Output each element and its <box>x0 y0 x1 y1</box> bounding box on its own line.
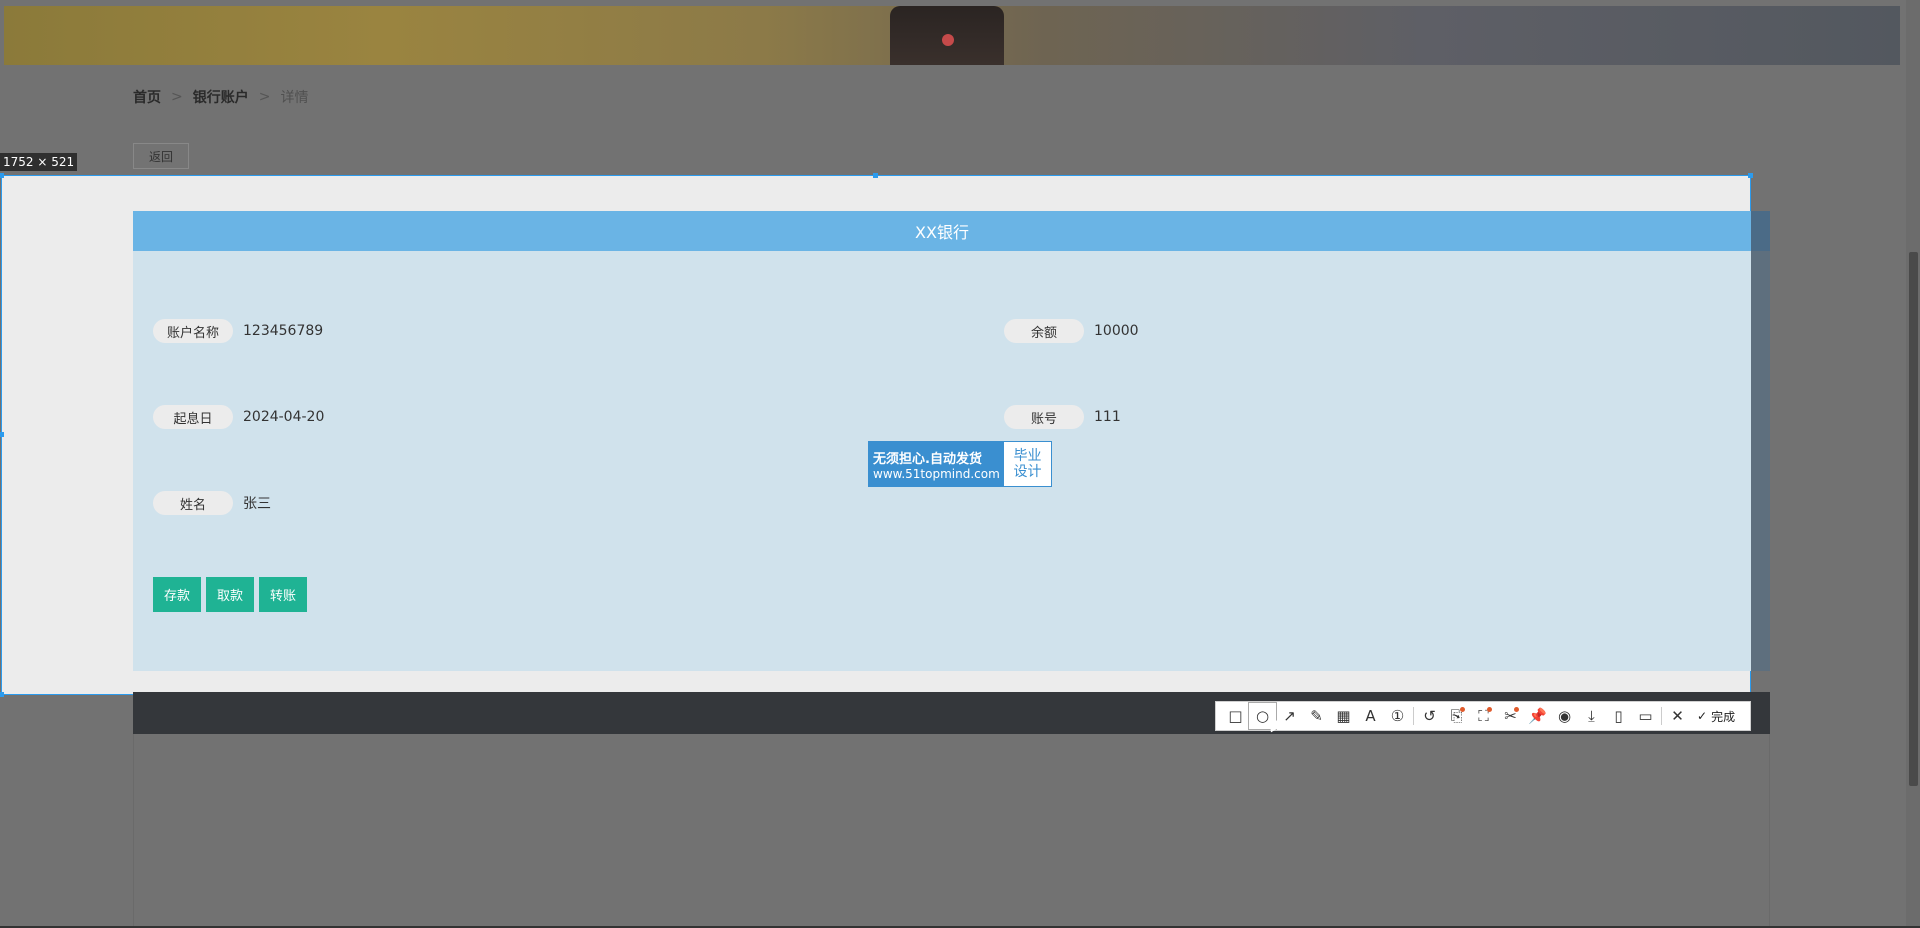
banner-tower-image <box>890 6 1004 65</box>
resize-handle-bottom-left[interactable] <box>0 692 4 697</box>
watermark-side1: 毕业 <box>1013 448 1042 464</box>
field-account-no: 账号 111 <box>1004 405 1121 429</box>
breadcrumb-home[interactable]: 首页 <box>133 87 161 107</box>
undo-icon[interactable]: ↺ <box>1416 703 1443 729</box>
card-outside-capture <box>1751 211 1770 671</box>
withdraw-button[interactable]: 取款 <box>206 577 255 612</box>
transfer-button[interactable]: 转账 <box>259 577 308 612</box>
screenshot-toolbar: □ ○ ↗ ✎ ▦ A ① ↺ ⎘ ⛶ ✂ 📌 ◉ ⤓ ▯ ▭ ✕ ✓ 完成 <box>1215 701 1751 731</box>
watermark-line2: www.51topmind.com <box>873 466 1000 481</box>
watermark-side2: 设计 <box>1013 464 1042 480</box>
bookmark-icon[interactable]: ▭ <box>1632 703 1659 729</box>
capture-size-label: 1752 × 521 <box>0 153 78 171</box>
field-label: 余额 <box>1004 319 1084 343</box>
field-value: 10000 <box>1094 323 1139 339</box>
resize-handle-left[interactable] <box>0 432 4 437</box>
pen-tool-icon[interactable]: ✎ <box>1303 703 1330 729</box>
page-scrollbar[interactable] <box>1906 0 1920 928</box>
breadcrumb-bank-accounts[interactable]: 银行账户 <box>193 87 249 107</box>
ocr-icon[interactable]: ⎘ <box>1443 703 1470 729</box>
breadcrumb-current: 详情 <box>280 90 309 106</box>
resize-handle-top-left[interactable] <box>0 173 4 178</box>
field-label: 账户名称 <box>153 319 233 343</box>
watermark-line1: 无须担心.自动发货 <box>873 451 982 467</box>
header-banner <box>4 6 1900 65</box>
field-account-name: 账户名称 123456789 <box>153 319 323 343</box>
field-value: 2024-04-20 <box>243 409 325 425</box>
action-buttons: 存款 取款 转账 <box>153 577 308 612</box>
mosaic-tool-icon[interactable]: ▦ <box>1330 703 1357 729</box>
field-label: 账号 <box>1004 405 1084 429</box>
field-value: 111 <box>1094 409 1121 425</box>
back-button[interactable]: 返回 <box>133 143 189 169</box>
done-label: 完成 <box>1711 709 1736 724</box>
breadcrumb-separator: > <box>258 89 271 105</box>
done-button[interactable]: ✓ 完成 <box>1691 708 1735 725</box>
translate-icon[interactable]: ⛶ <box>1470 703 1497 729</box>
breadcrumb-separator: > <box>171 89 183 105</box>
long-screenshot-icon[interactable]: ▯ <box>1605 703 1632 729</box>
watermark-logo: 无须担心.自动发货 www.51topmind.com 毕业 设计 <box>868 441 1052 487</box>
watermark-side: 毕业 设计 <box>1004 442 1051 486</box>
field-label: 起息日 <box>153 405 233 429</box>
toolbar-divider <box>1661 707 1662 725</box>
scrollbar-thumb[interactable] <box>1909 252 1918 786</box>
text-tool-icon[interactable]: A <box>1357 703 1384 729</box>
breadcrumb: 首页 > 银行账户 > 详情 <box>133 87 308 107</box>
deposit-button[interactable]: 存款 <box>153 577 202 612</box>
field-label: 姓名 <box>153 491 233 515</box>
field-value: 123456789 <box>243 323 324 339</box>
rectangle-tool-icon[interactable]: □ <box>1222 703 1249 729</box>
watermark-text: 无须担心.自动发货 www.51topmind.com <box>869 442 1004 486</box>
field-balance: 余额 10000 <box>1004 319 1139 343</box>
resize-handle-top-right[interactable] <box>1748 173 1753 178</box>
pin-icon[interactable]: 📌 <box>1524 703 1551 729</box>
check-icon: ✓ <box>1697 709 1708 723</box>
field-name: 姓名 张三 <box>153 491 271 515</box>
card-title: XX银行 <box>133 211 1751 251</box>
close-icon[interactable]: ✕ <box>1664 703 1691 729</box>
toolbar-divider <box>1413 707 1414 725</box>
number-tool-icon[interactable]: ① <box>1384 703 1411 729</box>
banner-light <box>942 34 954 46</box>
card-header-outside-capture <box>1751 211 1770 251</box>
record-icon[interactable]: ◉ <box>1551 703 1578 729</box>
save-icon[interactable]: ⤓ <box>1578 703 1605 729</box>
field-value: 张三 <box>243 496 271 512</box>
resize-handle-top[interactable] <box>873 173 878 178</box>
lower-panel <box>133 734 1770 928</box>
field-start-date: 起息日 2024-04-20 <box>153 405 324 429</box>
scan-icon[interactable]: ✂ <box>1497 703 1524 729</box>
